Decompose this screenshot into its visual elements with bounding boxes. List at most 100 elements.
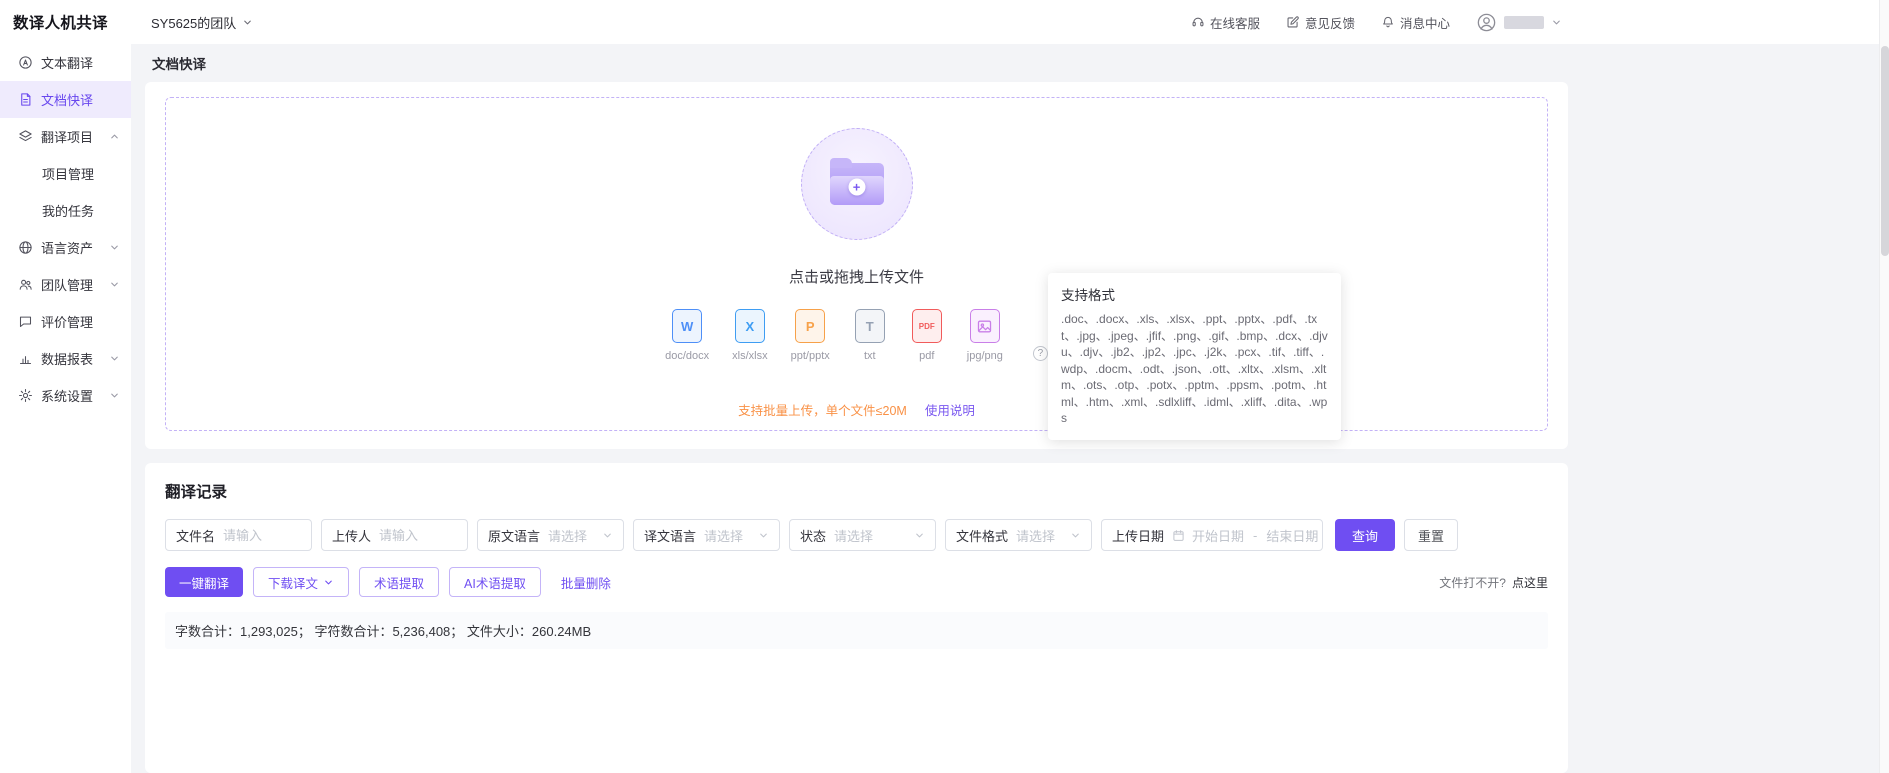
- sidebar-item-data-reports[interactable]: 数据报表: [0, 340, 131, 377]
- filter-row: 文件名 上传人 原文语言 请选择 译文语言 请选择: [165, 519, 1548, 551]
- sidebar-item-label: 项目管理: [42, 164, 94, 183]
- formats-help-icon[interactable]: ?: [1033, 346, 1048, 361]
- click-here-link[interactable]: 点这里: [1512, 574, 1548, 591]
- select-placeholder: 请选择: [1016, 526, 1070, 545]
- filter-source-language[interactable]: 原文语言 请选择: [477, 519, 624, 551]
- main-content: 文档快译 + 点击或拖拽上传文件 W: [131, 0, 1889, 773]
- upload-folder-icon: +: [801, 128, 913, 240]
- select-placeholder: 请选择: [834, 526, 914, 545]
- sidebar-item-language-assets[interactable]: 语言资产: [0, 229, 131, 266]
- filter-target-language[interactable]: 译文语言 请选择: [633, 519, 780, 551]
- sidebar-item-label: 团队管理: [41, 275, 93, 294]
- sidebar-item-label: 评价管理: [41, 312, 93, 331]
- plus-icon: +: [848, 179, 865, 196]
- filter-label: 文件名: [176, 526, 215, 545]
- edit-icon: [1286, 15, 1300, 29]
- reset-button[interactable]: 重置: [1404, 519, 1458, 551]
- filter-label: 上传日期: [1112, 526, 1164, 545]
- filter-uploader[interactable]: 上传人: [321, 519, 468, 551]
- chevron-up-icon: [109, 131, 120, 142]
- sidebar-item-text-translate[interactable]: 文本翻译: [0, 44, 131, 81]
- topbar: SY5625的团队 在线客服 意见反馈 消息中心: [131, 0, 1889, 44]
- action-row: 一键翻译 下载译文 术语提取 AI术语提取 批量删除 文件打不开? 点这里: [165, 567, 1548, 597]
- message-center-label: 消息中心: [1400, 13, 1450, 32]
- layers-icon: [17, 129, 33, 145]
- chevron-down-icon: [1070, 530, 1081, 541]
- text-translate-icon: [17, 55, 33, 71]
- search-button[interactable]: 查询: [1335, 519, 1395, 551]
- filename-input[interactable]: [223, 528, 301, 543]
- chevron-down-icon: [109, 353, 120, 364]
- sidebar: 数译人机共译 文本翻译 文档快译 翻译项目 项目管理 我的任务: [0, 0, 131, 773]
- date-start-placeholder: 开始日期: [1192, 526, 1244, 545]
- filter-file-format[interactable]: 文件格式 请选择: [945, 519, 1092, 551]
- globe-icon: [17, 240, 33, 256]
- usage-guide-link[interactable]: 使用说明: [925, 400, 975, 419]
- filter-upload-date[interactable]: 上传日期 开始日期 - 结束日期: [1101, 519, 1323, 551]
- sidebar-item-my-tasks[interactable]: 我的任务: [0, 192, 131, 229]
- feedback-label: 意见反馈: [1305, 13, 1355, 32]
- sidebar-item-label: 翻译项目: [41, 127, 93, 146]
- supported-formats-row: W doc/docx X xls/xlsx P ppt: [665, 309, 1048, 362]
- sidebar-item-team-management[interactable]: 团队管理: [0, 266, 131, 303]
- one-click-translate-button[interactable]: 一键翻译: [165, 567, 243, 597]
- upload-dropzone[interactable]: + 点击或拖拽上传文件 W doc/docx X: [165, 97, 1548, 431]
- translation-records-card: 翻译记录 文件名 上传人 原文语言 请选择 译文语言 请选择: [145, 463, 1568, 773]
- online-service-label: 在线客服: [1210, 13, 1260, 32]
- team-selector[interactable]: SY5625的团队: [151, 13, 253, 32]
- format-ppt: P ppt/pptx: [791, 309, 830, 362]
- chevron-down-icon: [242, 17, 253, 28]
- sidebar-item-project-management[interactable]: 项目管理: [0, 155, 131, 192]
- sidebar-item-doc-quick-translate[interactable]: 文档快译: [0, 81, 131, 118]
- filter-filename[interactable]: 文件名: [165, 519, 312, 551]
- chevron-down-icon: [323, 577, 334, 588]
- image-file-icon: [970, 309, 1000, 343]
- feedback-link[interactable]: 意见反馈: [1286, 13, 1355, 32]
- sidebar-item-translation-projects[interactable]: 翻译项目: [0, 118, 131, 155]
- filter-label: 状态: [800, 526, 826, 545]
- sidebar-item-system-settings[interactable]: 系统设置: [0, 377, 131, 414]
- user-menu[interactable]: [1476, 12, 1562, 33]
- excel-file-icon: X: [735, 309, 765, 343]
- sidebar-item-label: 文档快译: [41, 90, 93, 109]
- upload-card: + 点击或拖拽上传文件 W doc/docx X: [145, 82, 1568, 449]
- txt-file-icon: T: [855, 309, 885, 343]
- message-center-link[interactable]: 消息中心: [1381, 13, 1450, 32]
- bar-chart-icon: [17, 351, 33, 367]
- ppt-file-icon: P: [795, 309, 825, 343]
- username-masked: [1504, 16, 1544, 29]
- sidebar-item-label: 数据报表: [41, 349, 93, 368]
- document-icon: [17, 92, 33, 108]
- avatar-icon: [1476, 12, 1497, 33]
- chevron-down-icon: [602, 530, 613, 541]
- scrollbar-thumb[interactable]: [1881, 46, 1889, 256]
- filter-status[interactable]: 状态 请选择: [789, 519, 936, 551]
- filter-label: 原文语言: [488, 526, 540, 545]
- sidebar-nav: 文本翻译 文档快译 翻译项目 项目管理 我的任务 语言资产: [0, 44, 131, 414]
- upload-limit-hint: 支持批量上传，单个文件≤20M: [738, 400, 907, 419]
- headset-icon: [1191, 15, 1205, 29]
- ai-term-extract-button[interactable]: AI术语提取: [449, 567, 541, 597]
- chevron-down-icon: [109, 242, 120, 253]
- stats-bar: 字数合计：1,293,025； 字符数合计：5,236,408； 文件大小：26…: [165, 612, 1548, 649]
- upload-title: 点击或拖拽上传文件: [789, 266, 924, 287]
- term-extract-button[interactable]: 术语提取: [359, 567, 439, 597]
- select-placeholder: 请选择: [704, 526, 758, 545]
- sidebar-item-label: 文本翻译: [41, 53, 93, 72]
- sidebar-item-review-management[interactable]: 评价管理: [0, 303, 131, 340]
- uploader-input[interactable]: [379, 528, 457, 543]
- format-image: jpg/png: [967, 309, 1003, 362]
- breadcrumb-label: 文档快译: [152, 53, 206, 73]
- sidebar-item-label: 系统设置: [41, 386, 93, 405]
- online-service-link[interactable]: 在线客服: [1191, 13, 1260, 32]
- batch-delete-button[interactable]: 批量删除: [557, 567, 615, 597]
- bell-icon: [1381, 15, 1395, 29]
- filter-label: 文件格式: [956, 526, 1008, 545]
- download-translation-button[interactable]: 下载译文: [253, 567, 349, 597]
- people-icon: [17, 277, 33, 293]
- records-title: 翻译记录: [165, 480, 1548, 502]
- format-txt: T txt: [853, 309, 887, 362]
- file-open-help: 文件打不开? 点这里: [1439, 574, 1548, 591]
- format-pdf: PDF pdf: [910, 309, 944, 362]
- team-name: SY5625的团队: [151, 13, 236, 32]
